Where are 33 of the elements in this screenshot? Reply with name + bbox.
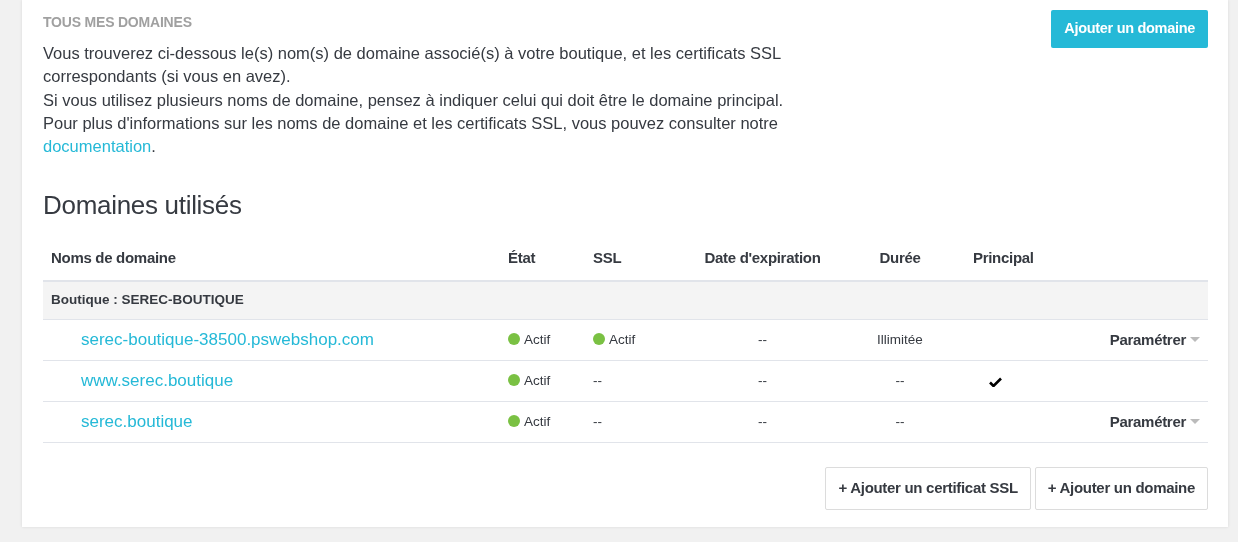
status-text: Actif (524, 332, 551, 348)
ssl-status: Actif (609, 332, 636, 348)
add-domain-button[interactable]: + Ajouter un domaine (1034, 467, 1208, 510)
documentation-link[interactable]: documentation (43, 137, 152, 156)
table-cell: -- (690, 319, 835, 361)
intro-paragraph: Vous trouverez ci-dessous le(s) nom(s) de domaine associé(s) à votre boutique, et les certificats SSL correspondants (si vous en avez). (43, 43, 782, 88)
add-domain-button[interactable]: Ajouter un domaine (1051, 10, 1208, 48)
ssl-status: -- (585, 401, 690, 443)
table-cell: -- (835, 360, 965, 402)
column-header: Date d'expiration (690, 247, 835, 281)
column-header: État (500, 247, 585, 281)
table-cell: -- (690, 360, 835, 402)
settings-dropdown[interactable]: Paramétrer (1109, 411, 1200, 434)
ssl-status: -- (585, 360, 690, 402)
intro-paragraph: Si vous utilisez plusieurs noms de domaine, pensez à indiquer celui qui doit être le domaine principal. (43, 89, 785, 111)
status-text: Actif (524, 373, 551, 389)
column-header: Principal (965, 247, 1045, 281)
add-ssl-button[interactable]: + Ajouter un certificat SSL (825, 467, 1031, 510)
domain-link[interactable]: www.serec.boutique (51, 371, 234, 391)
settings-dropdown[interactable]: Paramétrer (1109, 329, 1200, 352)
column-header: SSL (585, 247, 690, 281)
column-header: Durée (835, 247, 965, 281)
panel-title: TOUS MES DOMAINES (43, 13, 193, 32)
group-row: Boutique : SEREC-BOUTIQUE (43, 281, 1208, 320)
column-header: Noms de domaine (43, 247, 500, 281)
section-title: Domaines utilisés (43, 189, 243, 223)
table-cell: -- (835, 401, 965, 443)
table-cell: -- (690, 401, 835, 443)
status-text: Actif (524, 414, 551, 430)
domain-link[interactable]: serec.boutique (51, 412, 193, 432)
table-cell: Illimitée (835, 319, 965, 361)
domain-link[interactable]: serec-boutique-38500.pswebshop.com (51, 330, 374, 350)
intro-paragraph: Pour plus d'informations sur les noms de domaine et les certificats SSL, vous pouvez consulter notre documentation. (43, 112, 779, 158)
